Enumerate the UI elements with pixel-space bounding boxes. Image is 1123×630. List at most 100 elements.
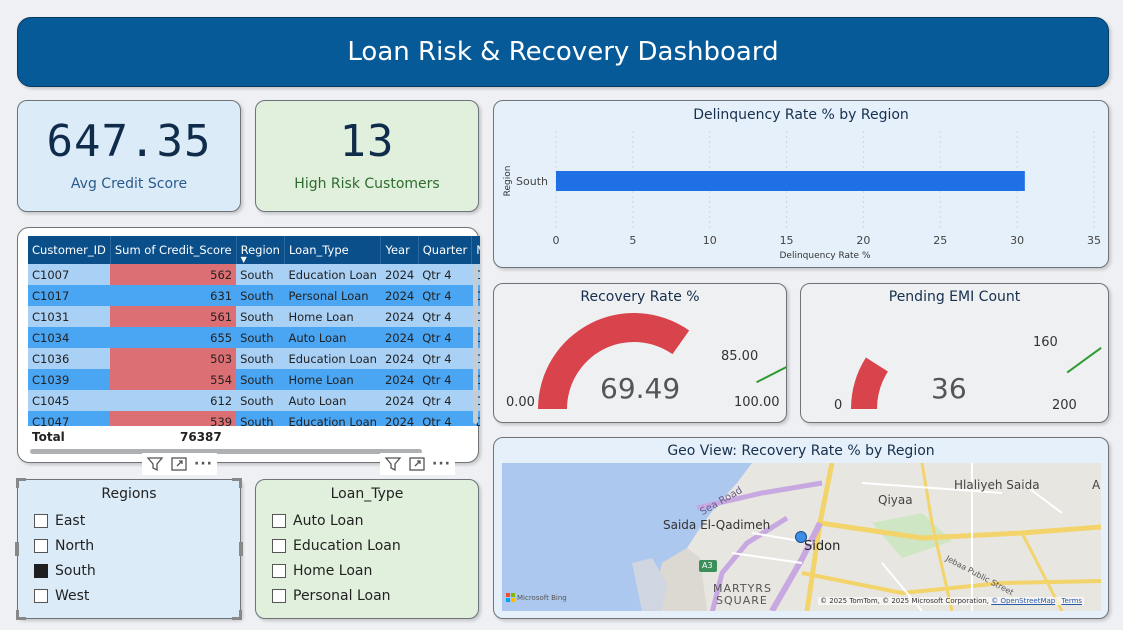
attribution-text: © 2025 TomTom, © 2025 Microsoft Corporat… [820, 597, 990, 605]
customer-table: Customer_ID Sum of Credit_Score Region ▼… [28, 236, 480, 426]
credit-score-cell: 539 [110, 411, 237, 426]
regions-slicer[interactable]: Regions East North South West [15, 478, 243, 620]
column-header[interactable]: Sum of Credit_Score [110, 236, 237, 264]
more-options-icon[interactable]: ··· [432, 456, 451, 472]
checkbox[interactable] [272, 538, 286, 553]
loan-type-slicer[interactable]: Loan_Type Auto Loan Education Loan Home … [255, 479, 479, 619]
table-scroll-area[interactable]: Customer_ID Sum of Credit_Score Region ▼… [28, 236, 480, 426]
column-header[interactable]: Region ▼ [236, 236, 285, 264]
resize-handle[interactable] [16, 478, 26, 488]
delinquency-bar-chart: 0 5 10 15 20 25 30 35 South Delinquency Rate % Reg… [503, 131, 1101, 261]
slicer-item-home-loan[interactable]: Home Loan [272, 558, 478, 583]
table-row[interactable]: C1039554SouthHome Loan2024Qtr 4Dece [28, 369, 480, 390]
resize-handle[interactable] [232, 478, 242, 488]
filter-icon[interactable] [146, 455, 164, 473]
table-row[interactable]: C1034655SouthAuto Loan2024Qtr 4Dece [28, 327, 480, 348]
map-label: Hlaliyeh Saida [954, 478, 1040, 492]
resize-handle[interactable] [15, 542, 19, 556]
loan-type-cell: Auto Loan [284, 390, 381, 411]
x-tick-label: 25 [933, 234, 947, 247]
checkbox[interactable] [34, 538, 48, 553]
kpi-avg-credit-score[interactable]: 647.35 Avg Credit Score [17, 100, 241, 212]
table-row[interactable]: C1031561SouthHome Loan2024Qtr 4Dece [28, 306, 480, 327]
table-row[interactable]: C1017631SouthPersonal Loan2024Qtr 4Dece [28, 285, 480, 306]
filter-icon[interactable] [384, 455, 402, 473]
slicer-item-west[interactable]: West [34, 583, 240, 608]
table-row[interactable]: C1045612SouthAuto Loan2024Qtr 4Dece [28, 390, 480, 411]
focus-mode-icon[interactable] [170, 455, 188, 473]
column-header[interactable]: Year [380, 236, 419, 264]
dashboard-header: Loan Risk & Recovery Dashboard [17, 17, 1109, 87]
table-header-row: Customer_ID Sum of Credit_Score Region ▼… [28, 236, 480, 264]
x-tick-label: 15 [780, 234, 794, 247]
checkbox[interactable] [272, 563, 286, 578]
total-label: Total [32, 430, 65, 444]
table-row[interactable]: C1036503SouthEducation Loan2024Qtr 4Dece [28, 348, 480, 369]
resize-handle[interactable] [232, 610, 242, 620]
quarter-cell: Qtr 4 [418, 285, 472, 306]
table-total-row: Total 76387 [32, 430, 472, 448]
focus-mode-icon[interactable] [408, 455, 426, 473]
slicer-item-label: Home Loan [293, 562, 373, 579]
customer-id-cell: C1039 [28, 369, 111, 390]
map-canvas[interactable]: A3 Qiyaa Hlaliyeh Saida A Saida El-Qadim… [502, 463, 1101, 611]
resize-handle[interactable] [16, 610, 26, 620]
kpi-label: Avg Credit Score [70, 176, 188, 192]
slicer-item-north[interactable]: North [34, 533, 240, 558]
kpi-high-risk-customers[interactable]: 13 High Risk Customers [255, 100, 479, 212]
kpi-label: High Risk Customers [294, 176, 440, 192]
table-vertical-scrollbar[interactable] [473, 264, 478, 424]
quarter-cell: Qtr 4 [418, 327, 472, 348]
column-header[interactable]: Quarter [418, 236, 473, 264]
bar[interactable] [556, 171, 1025, 191]
loan-type-cell: Auto Loan [284, 327, 381, 348]
pending-emi-gauge-visual[interactable]: Pending EMI Count 36 0 200 160 [800, 283, 1109, 423]
checkbox[interactable] [34, 513, 48, 528]
slicer-item-south[interactable]: South [34, 558, 240, 583]
osm-link[interactable]: © OpenStreetMap [991, 597, 1055, 605]
terms-link[interactable]: Terms [1061, 597, 1082, 605]
table-row[interactable]: C1007562SouthEducation Loan2024Qtr 4Dece [28, 264, 480, 285]
slicer-item-education-loan[interactable]: Education Loan [272, 533, 478, 558]
bing-logo: Microsoft Bing [506, 593, 567, 602]
checkbox[interactable] [272, 588, 286, 603]
quarter-cell: Qtr 4 [418, 264, 472, 285]
year-cell: 2024 [380, 285, 419, 306]
slicer-item-personal-loan[interactable]: Personal Loan [272, 583, 478, 608]
bing-brand: Microsoft Bing [517, 593, 567, 602]
checkbox[interactable] [34, 588, 48, 603]
x-tick-label: 30 [1010, 234, 1024, 247]
slicer-item-east[interactable]: East [34, 508, 240, 533]
y-axis-label: Region [503, 166, 513, 197]
year-cell: 2024 [380, 390, 419, 411]
more-options-icon[interactable]: ··· [194, 456, 213, 472]
table-horizontal-scrollbar[interactable] [30, 449, 422, 454]
table-row[interactable]: C1047539SouthEducation Loan2024Qtr 4Dece [28, 411, 480, 426]
map-label: Sidon [804, 539, 841, 554]
visual-toolbar: ··· [380, 453, 455, 475]
customer-table-visual[interactable]: Customer_ID Sum of Credit_Score Region ▼… [17, 227, 480, 463]
region-cell: South [236, 369, 285, 390]
recovery-rate-gauge-visual[interactable]: Recovery Rate % 69.49 0.00 100.00 85.00 [493, 283, 787, 423]
x-tick-label: 20 [856, 234, 870, 247]
delinquency-chart-visual[interactable]: Delinquency Rate % by Region 0 5 10 15 20 25 3… [493, 100, 1109, 268]
year-cell: 2024 [380, 369, 419, 390]
map-location-bubble[interactable] [795, 531, 807, 543]
resize-handle[interactable] [239, 542, 243, 556]
geo-map-visual[interactable]: Geo View: Recovery Rate % by Region A3 Q… [493, 437, 1109, 619]
credit-score-cell: 655 [110, 327, 237, 348]
map-attribution: © 2025 TomTom, © 2025 Microsoft Corporat… [818, 597, 1085, 605]
region-cell: South [236, 264, 285, 285]
column-header[interactable]: Customer_ID [28, 236, 111, 264]
x-axis-label: Delinquency Rate % [779, 251, 870, 261]
column-header[interactable]: Loan_Type [284, 236, 382, 264]
checkbox[interactable] [272, 513, 286, 528]
slicer-item-auto-loan[interactable]: Auto Loan [272, 508, 478, 533]
slicer-title: Regions [101, 486, 157, 502]
checkbox-checked[interactable] [34, 563, 48, 578]
map-label: Saida El-Qadimeh [663, 518, 771, 532]
sort-desc-icon: ▼ [240, 255, 247, 264]
credit-score-cell: 562 [110, 264, 237, 285]
column-header[interactable]: Mon [471, 236, 480, 264]
x-tick-label: 35 [1087, 234, 1101, 247]
